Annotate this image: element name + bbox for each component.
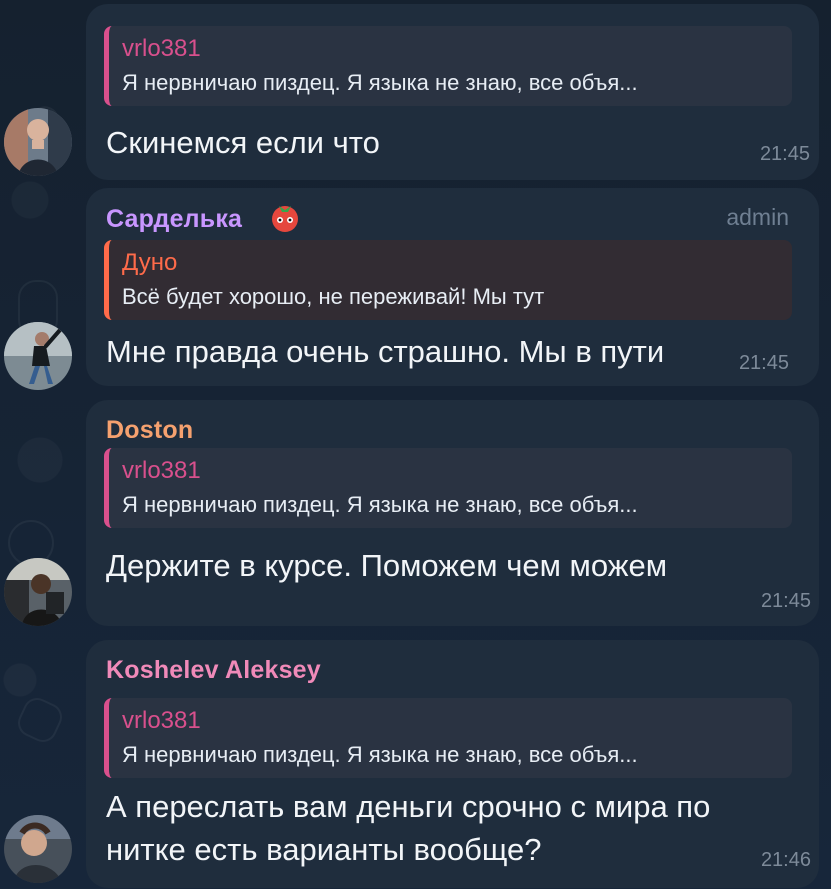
reply-author: vrlo381 xyxy=(122,457,201,484)
reply-text: Я нервничаю пиздец. Я языка не знаю, все… xyxy=(122,70,638,95)
reply-quote[interactable]: Дуно Всё будет хорошо, не переживай! Мы … xyxy=(104,240,792,320)
avatar-image xyxy=(4,322,72,390)
reply-author: Дуно xyxy=(122,249,178,276)
message-bubble[interactable]: Doston vrlo381 Я нервничаю пиздец. Я язы… xyxy=(86,400,819,626)
message-time: 21:45 xyxy=(738,352,789,374)
message-bubble[interactable]: Сарделька admin Дуно Всё будет хорошо, н… xyxy=(86,188,819,386)
reply-text: Всё будет хорошо, не переживай! Мы тут xyxy=(122,284,545,309)
reply-text: Я нервничаю пиздец. Я языка не знаю, все… xyxy=(122,492,638,517)
reply-author: vrlo381 xyxy=(122,707,201,734)
reply-quote[interactable]: vrlo381 Я нервничаю пиздец. Я языка не з… xyxy=(104,448,792,528)
avatar[interactable] xyxy=(4,322,72,390)
admin-label: admin xyxy=(726,204,789,230)
message-text: Держите в курсе. Поможем чем можем xyxy=(106,548,668,583)
message-bubble[interactable]: Koshelev Aleksey vrlo381 Я нервничаю пиз… xyxy=(86,640,819,888)
message-text-line: А переслать вам деньги срочно с мира по xyxy=(106,789,711,824)
sender-name[interactable]: Сарделька xyxy=(106,205,242,234)
avatar[interactable] xyxy=(4,815,72,883)
message-time: 21:45 xyxy=(760,590,811,612)
avatar[interactable] xyxy=(4,558,72,626)
message-bubble[interactable]: vrlo381 Я нервничаю пиздец. Я языка не з… xyxy=(86,4,819,180)
avatar-image xyxy=(4,558,72,626)
tomato-emoji xyxy=(268,200,302,234)
background-doodle xyxy=(13,693,67,747)
avatar-image xyxy=(4,108,72,176)
message-time: 21:45 xyxy=(759,143,810,165)
avatar-image xyxy=(4,815,72,883)
message-text: Скинемся если что xyxy=(106,125,380,160)
message-time: 21:46 xyxy=(760,849,811,871)
avatar[interactable] xyxy=(4,108,72,176)
reply-text: Я нервничаю пиздец. Я языка не знаю, все… xyxy=(122,742,638,767)
reply-quote[interactable]: vrlo381 Я нервничаю пиздец. Я языка не з… xyxy=(104,26,792,106)
sender-name[interactable]: Doston xyxy=(106,416,193,445)
sender-name[interactable]: Koshelev Aleksey xyxy=(106,656,321,685)
reply-author: vrlo381 xyxy=(122,35,201,62)
message-text: Мне правда очень страшно. Мы в пути xyxy=(106,334,665,369)
reply-quote[interactable]: vrlo381 Я нервничаю пиздец. Я языка не з… xyxy=(104,698,792,778)
message-text-line: нитке есть варианты вообще? xyxy=(106,832,542,867)
